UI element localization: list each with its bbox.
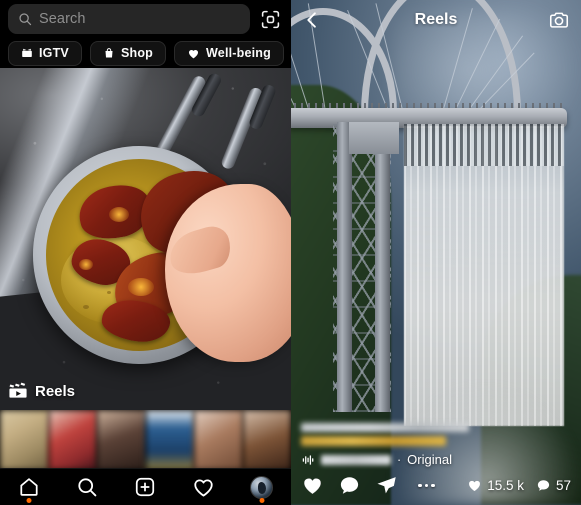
- audio-username-redacted: [321, 454, 391, 465]
- reels-badge[interactable]: Reels: [8, 381, 75, 401]
- profile-badge-dot: [259, 498, 265, 503]
- nav-home[interactable]: [9, 472, 49, 503]
- nav-search[interactable]: [67, 472, 107, 502]
- share-button[interactable]: [375, 474, 398, 497]
- filter-chips-row: IGTV Shop Well-being: [0, 38, 291, 68]
- reel-actions-row: 15.5 k 57: [301, 474, 571, 497]
- qr-scan-icon[interactable]: [257, 6, 283, 32]
- page-title: Reels: [414, 11, 458, 28]
- comment-button[interactable]: [338, 474, 361, 497]
- waterfall-streaks: [404, 126, 564, 426]
- reels-clapper-icon: [8, 381, 28, 401]
- nav-create[interactable]: [125, 472, 165, 502]
- igtv-icon: [21, 47, 33, 59]
- likes-count: 15.5 k: [487, 478, 524, 493]
- audio-wave-icon: [301, 453, 315, 467]
- nav-profile[interactable]: [242, 472, 282, 503]
- reel-stats: 15.5 k 57: [467, 478, 571, 493]
- reels-bottom-overlay: · Original 15.5 k 57: [291, 423, 581, 505]
- explore-featured-media[interactable]: Reels: [0, 68, 291, 410]
- three-dots-icon: [431, 483, 435, 488]
- search-input[interactable]: Search: [8, 4, 250, 34]
- reel-caption: [301, 423, 571, 446]
- grid-thumb-3[interactable]: [97, 410, 146, 470]
- back-button[interactable]: [302, 10, 322, 30]
- split-screenshot-root: Search IGTV Shop Well-being Reels Reels …: [0, 0, 581, 505]
- reels-header: Reels: [291, 0, 581, 40]
- comments-stat[interactable]: 57: [536, 478, 571, 493]
- chip-shop[interactable]: Shop: [89, 40, 167, 66]
- chip-label: Well-being: [206, 46, 271, 60]
- like-button[interactable]: [301, 474, 324, 497]
- audio-label: Original: [407, 452, 452, 467]
- chili-highlight: [127, 278, 154, 297]
- avatar: [250, 475, 274, 499]
- grid-thumb-5[interactable]: [194, 410, 243, 470]
- home-badge-dot: [26, 498, 32, 503]
- bridge-pier-cap: [349, 122, 399, 154]
- chip-label: Shop: [120, 46, 154, 60]
- search-placeholder: Search: [39, 11, 86, 27]
- waterfall-crest: [404, 124, 564, 166]
- three-dots-icon: [418, 483, 422, 488]
- comments-count: 57: [555, 478, 571, 493]
- chip-well-being[interactable]: Well-being: [174, 40, 284, 66]
- chip-igtv[interactable]: IGTV: [8, 40, 82, 66]
- caption-redacted-line-1: [301, 423, 469, 432]
- grid-thumb-2[interactable]: [48, 410, 97, 470]
- audio-attribution-row[interactable]: · Original: [301, 452, 571, 467]
- search-icon: [18, 12, 32, 26]
- three-dots-icon: [424, 483, 428, 488]
- reels-badge-label: Reels: [35, 382, 76, 400]
- explore-search-panel: Search IGTV Shop Well-being Reels: [0, 0, 291, 505]
- explore-grid-strip: [0, 410, 291, 470]
- heart-filled-icon: [187, 47, 200, 60]
- audio-separator: ·: [397, 452, 402, 467]
- grid-thumb-1[interactable]: [0, 410, 49, 470]
- bottom-nav: [0, 468, 291, 505]
- likes-stat[interactable]: 15.5 k: [467, 478, 524, 493]
- nav-activity[interactable]: [184, 472, 224, 502]
- grid-thumb-4[interactable]: [145, 410, 194, 470]
- shop-bag-icon: [103, 47, 115, 59]
- reels-viewer-panel[interactable]: Reels · Original 15.5 k 57: [291, 0, 581, 505]
- thumb-finger: [164, 222, 236, 280]
- search-row: Search: [0, 0, 291, 38]
- caption-redacted-line-2: [301, 436, 446, 446]
- bridge-pier: [375, 122, 390, 412]
- oil-droplet: [83, 304, 90, 309]
- chip-label: IGTV: [39, 46, 69, 60]
- bridge-pier: [337, 122, 352, 412]
- reel-actions-left: [301, 474, 441, 497]
- more-options-button[interactable]: [412, 483, 441, 488]
- grid-thumb-6[interactable]: [242, 410, 291, 470]
- camera-button[interactable]: [548, 9, 570, 31]
